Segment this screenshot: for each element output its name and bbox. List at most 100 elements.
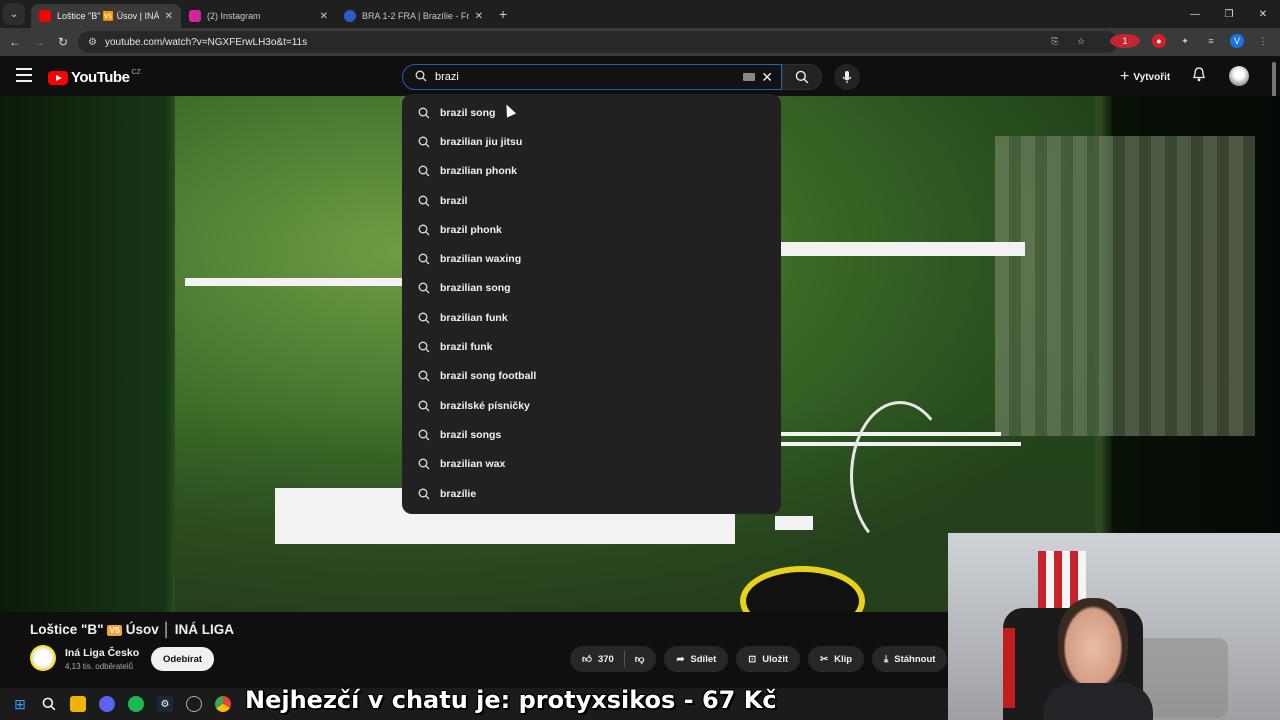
search-icon (418, 400, 430, 412)
windows-start-icon[interactable]: ⊞ (12, 696, 28, 712)
youtube-logo[interactable]: YouTube CZ (48, 69, 141, 86)
suggestion-item[interactable]: brazil song football (402, 362, 781, 391)
search-box[interactable]: ✕ (402, 64, 782, 90)
browser-tabstrip: ⌄ Loštice "B" 🆚 Úsov | INÁ LIGA ✕ (2) In… (0, 0, 1280, 28)
tab-match[interactable]: BRA 1-2 FRA | Brazílie - Francie ✕ (336, 4, 491, 28)
like-dislike-group: 👍︎ 370 👎︎ (570, 646, 657, 672)
download-label: Stáhnout (894, 653, 936, 665)
reload-icon[interactable]: ↻ (51, 35, 75, 49)
keyboard-icon[interactable] (743, 73, 755, 81)
chrome-icon[interactable] (215, 696, 231, 712)
scissors-icon: ✂ (820, 653, 829, 665)
search-icon[interactable] (41, 696, 57, 712)
extension-icon[interactable]: 1 (1110, 34, 1140, 48)
search-input[interactable] (435, 71, 735, 83)
discord-icon[interactable] (99, 696, 115, 712)
search-icon (418, 107, 430, 119)
suggestion-item[interactable]: brazilské písničky (402, 391, 781, 420)
download-button[interactable]: ⤓ Stáhnout (872, 646, 948, 672)
close-tab-icon[interactable]: ✕ (475, 11, 483, 22)
extension-red-icon[interactable]: ● (1152, 34, 1166, 48)
bookmark-icon: ⊡ (748, 653, 757, 665)
site-info-icon[interactable]: ⚙ (88, 37, 97, 48)
suggestion-item[interactable]: brazil songs (402, 420, 781, 449)
close-tab-icon[interactable]: ✕ (165, 11, 173, 22)
streamer-body (1043, 683, 1153, 720)
search-icon (418, 458, 430, 470)
like-button[interactable]: 👍︎ 370 (582, 653, 614, 666)
suggestion-item[interactable]: brazílie (402, 479, 781, 508)
share-button[interactable]: ➦ Sdílet (664, 646, 729, 672)
tab-youtube[interactable]: Loštice "B" 🆚 Úsov | INÁ LIGA ✕ (31, 4, 181, 28)
search-icon (418, 224, 430, 236)
browser-toolbar: ← → ↻ ⚙ youtube.com/watch?v=NGXFErwLH3o&… (0, 28, 1280, 56)
clip-button[interactable]: ✂ Klip (808, 646, 865, 672)
tab-title: Loštice "B" 🆚 Úsov | INÁ LIGA (57, 10, 159, 21)
voice-search-button[interactable] (834, 64, 860, 90)
menu-hamburger-icon[interactable] (16, 68, 32, 86)
back-icon[interactable]: ← (3, 35, 27, 49)
suggestion-item[interactable]: brazil funk (402, 332, 781, 361)
suggestion-item[interactable]: brazilian waxing (402, 244, 781, 273)
subscribe-button[interactable]: Odebírat (151, 647, 215, 671)
minimize-icon[interactable]: — (1178, 0, 1212, 28)
share-label: Sdílet (690, 653, 717, 665)
search-icon (418, 429, 430, 441)
tab-instagram[interactable]: (2) Instagram ✕ (181, 4, 336, 28)
close-window-icon[interactable]: ✕ (1246, 0, 1280, 28)
region-code: CZ (131, 69, 141, 76)
like-count: 370 (597, 653, 614, 665)
suggestion-text: brazil funk (440, 341, 493, 354)
profile-avatar-icon[interactable]: V (1230, 34, 1244, 48)
spotify-icon[interactable] (128, 696, 144, 712)
vs-emoji-badge: VS (107, 624, 123, 636)
restore-icon[interactable]: ❐ (1212, 0, 1246, 28)
suggestion-text: brazil song (440, 106, 496, 119)
install-app-icon[interactable]: ⎘ (1048, 34, 1062, 48)
app-icon[interactable] (186, 696, 202, 712)
tab-search-button[interactable]: ⌄ (3, 3, 25, 25)
forward-icon[interactable]: → (27, 35, 51, 49)
more-menu-icon[interactable]: ⋮ (1256, 34, 1270, 48)
suggestion-item[interactable]: brazil song (402, 98, 781, 127)
file-explorer-icon[interactable] (70, 696, 86, 712)
suggestion-item[interactable]: brazilian phonk (402, 157, 781, 186)
channel-avatar[interactable] (30, 645, 56, 671)
steam-icon[interactable]: ⚙ (157, 696, 173, 712)
youtube-play-icon (48, 70, 68, 85)
graphic-bar (775, 516, 813, 530)
suggestion-text: brazilian waxing (440, 253, 522, 266)
media-control-icon[interactable]: ≡ (1204, 34, 1218, 48)
thumbs-down-icon[interactable]: 👎︎ (635, 653, 645, 665)
account-avatar[interactable] (1229, 66, 1249, 86)
bookmark-star-icon[interactable]: ☆ (1074, 34, 1088, 48)
channel-name[interactable]: Iná Liga Česko (65, 647, 139, 659)
suggestion-item[interactable]: brazil phonk (402, 215, 781, 244)
search-button[interactable] (782, 64, 822, 90)
close-tab-icon[interactable]: ✕ (320, 11, 328, 22)
search-icon (418, 136, 430, 148)
stream-chat-overlay: Nejhezčí v chatu je: protyxsikos - 67 Kč (245, 686, 777, 714)
tab-title: (2) Instagram (207, 11, 261, 21)
save-button[interactable]: ⊡ Uložit (736, 646, 801, 672)
video-actions: 👍︎ 370 👎︎ ➦ Sdílet ⊡ Uložit ✂ Klip ⤓ Stá… (570, 646, 948, 672)
new-tab-button[interactable]: + (499, 6, 507, 22)
suggestion-item[interactable]: brazil (402, 186, 781, 215)
suggestion-text: brazilské písničky (440, 399, 530, 412)
search-icon (418, 253, 430, 265)
suggestion-item[interactable]: brazilian wax (402, 450, 781, 479)
suggestion-text: brazil song football (440, 370, 537, 383)
download-icon: ⤓ (884, 653, 889, 665)
suggestion-item[interactable]: brazilian funk (402, 303, 781, 332)
tab-title: BRA 1-2 FRA | Brazílie - Francie (362, 11, 469, 21)
clear-search-icon[interactable]: ✕ (761, 69, 773, 86)
toolbar-icons: ⎘ ☆ 1 ● ✦ ≡ V ⋮ (1048, 34, 1270, 48)
address-bar[interactable]: ⚙ youtube.com/watch?v=NGXFErwLH3o&t=11s (78, 31, 1118, 53)
notifications-bell-icon[interactable] (1192, 67, 1206, 85)
extensions-puzzle-icon[interactable]: ✦ (1178, 34, 1192, 48)
suggestion-item[interactable]: brazilian song (402, 274, 781, 303)
suggestion-item[interactable]: brazilian jiu jitsu (402, 127, 781, 156)
create-button[interactable]: + Vytvořit (1120, 68, 1170, 86)
search-icon (795, 70, 809, 84)
share-arrow-icon: ➦ (676, 653, 685, 665)
